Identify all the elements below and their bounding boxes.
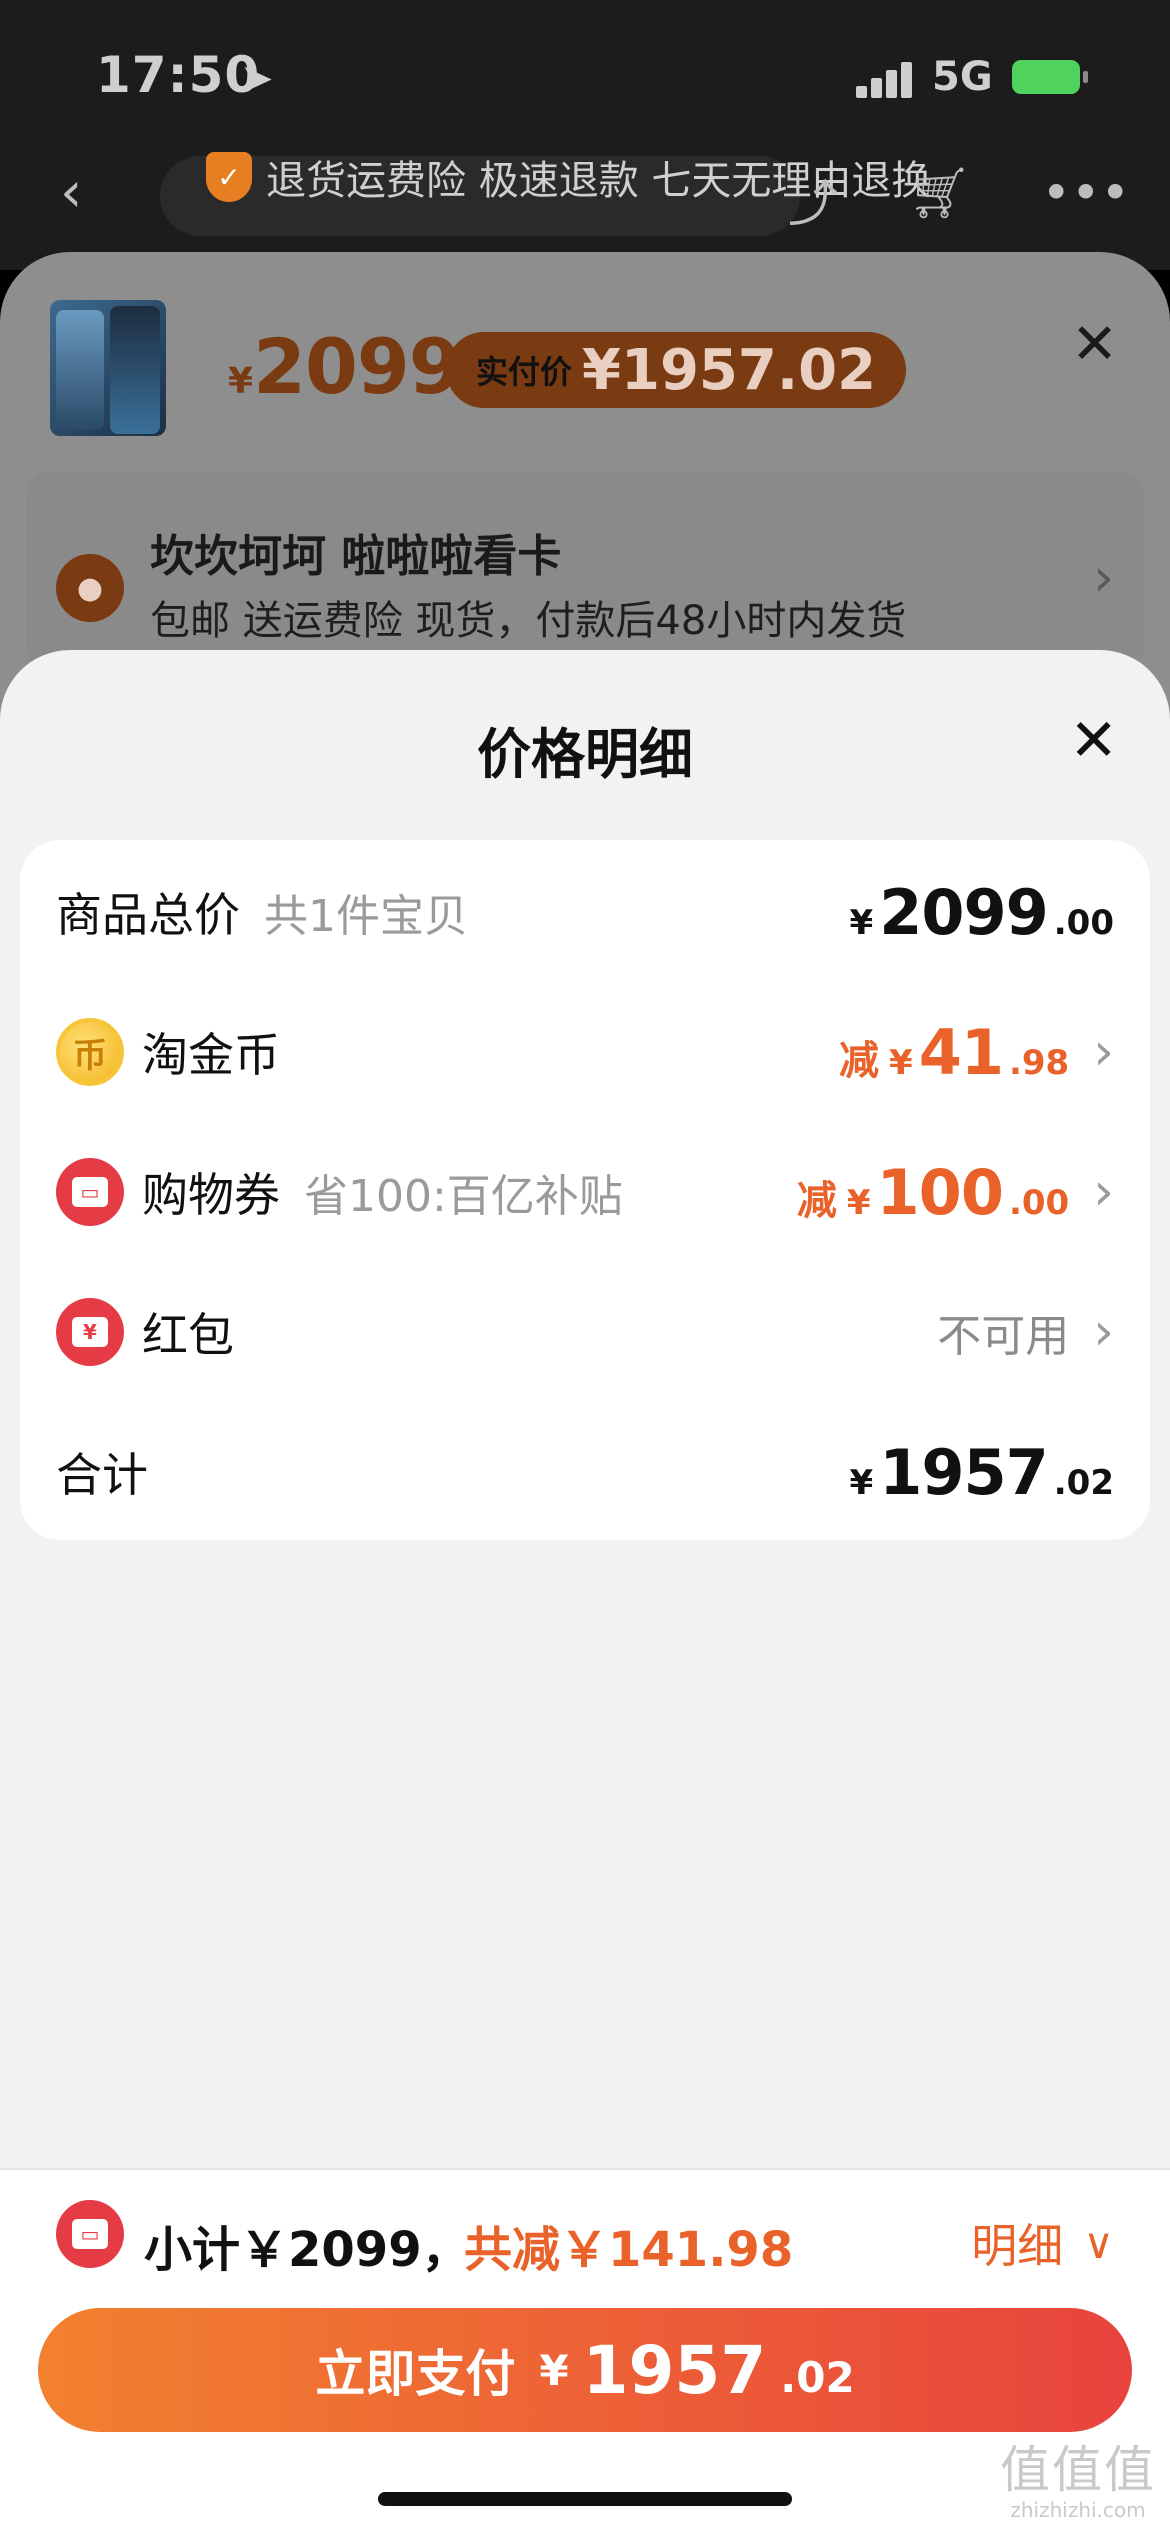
watermark-logo: 值值值 bbox=[1000, 2441, 1156, 2499]
subtotal-row: ▭ 小计￥2099， 共减￥141.98 明细 ∨ bbox=[0, 2170, 1170, 2300]
actual-price-badge: 实付价 ¥1957.02 bbox=[446, 332, 907, 408]
nav-icons: ⤴ 🛒︎ ••• bbox=[788, 164, 1130, 236]
price-card: 商品总价 共1件宝贝 ¥ 2099.00 币 淘金币 减 ¥ 41.98 › ▭… bbox=[20, 840, 1150, 1540]
actual-price-value: ¥1957.02 bbox=[582, 337, 877, 403]
pay-label: 立即支付 bbox=[315, 2345, 516, 2403]
product-thumbnail bbox=[50, 300, 166, 436]
row-coupon[interactable]: ▭ 购物券 省100:百亿补贴 减 ¥ 100.00 › bbox=[20, 1122, 1150, 1262]
back-icon[interactable]: ‹ bbox=[60, 160, 82, 225]
actual-price-label: 实付价 bbox=[476, 353, 573, 391]
amount-dec: .02 bbox=[1053, 1462, 1114, 1503]
shield-icon: ✓ bbox=[206, 152, 252, 202]
chevron-right-icon: › bbox=[1093, 1162, 1114, 1222]
yen-symbol: ¥ bbox=[849, 902, 874, 943]
amount-int: 2099 bbox=[879, 875, 1049, 949]
detail-toggle[interactable]: 明细 ∨ bbox=[971, 2210, 1114, 2276]
network-label: 5G bbox=[932, 54, 993, 100]
unavailable-label: 不可用 bbox=[937, 1311, 1070, 1362]
amount-int: 41 bbox=[918, 1015, 1004, 1089]
pay-int: 1957 bbox=[582, 2331, 767, 2409]
row-sub: 省100:百亿补贴 bbox=[304, 1171, 623, 1222]
row-red-packet[interactable]: ¥ 红包 不可用 › bbox=[20, 1262, 1150, 1402]
price-value: 2099 bbox=[253, 322, 462, 411]
yen-symbol: ¥ bbox=[846, 1182, 871, 1223]
amount-dec: .98 bbox=[1008, 1042, 1070, 1083]
watermark: 值值值 zhizhizhi.com bbox=[1000, 2430, 1156, 2522]
amount-dec: .00 bbox=[1053, 902, 1114, 943]
detail-label: 明细 bbox=[971, 2219, 1064, 2273]
close-icon[interactable]: ✕ bbox=[1071, 312, 1118, 377]
close-icon[interactable]: ✕ bbox=[1069, 706, 1118, 774]
row-coin[interactable]: 币 淘金币 减 ¥ 41.98 › bbox=[20, 982, 1150, 1122]
bottom-bar: ▭ 小计￥2099， 共减￥141.98 明细 ∨ 立即支付 ¥ 1957 .02… bbox=[0, 2168, 1170, 2532]
price-symbol: ¥ bbox=[228, 361, 254, 402]
share-icon[interactable]: ⤴ bbox=[788, 164, 838, 236]
battery-icon bbox=[1012, 60, 1088, 94]
coupon-icon: ▭ bbox=[56, 2200, 124, 2268]
row-label: 商品总价 bbox=[56, 888, 240, 942]
more-icon[interactable]: ••• bbox=[1042, 164, 1130, 236]
pay-yen: ¥ bbox=[539, 2345, 569, 2395]
row-label: 淘金币 bbox=[142, 1028, 280, 1082]
subtotal-text: 小计￥2099， bbox=[144, 2222, 470, 2278]
chevron-right-icon: › bbox=[1093, 548, 1114, 608]
coupon-icon: ▭ bbox=[56, 1158, 124, 1226]
location-pin-icon: ● bbox=[56, 554, 124, 622]
pay-now-button[interactable]: 立即支付 ¥ 1957 .02 bbox=[38, 2308, 1132, 2432]
minus-label: 减 bbox=[796, 1177, 837, 1224]
address-desc: 包邮 送运费险 现货，付款后48小时内发货 bbox=[150, 598, 907, 644]
chevron-down-icon: ∨ bbox=[1083, 2218, 1114, 2268]
row-total-price: 商品总价 共1件宝贝 ¥ 2099.00 bbox=[20, 842, 1150, 982]
row-label: 购物券 bbox=[142, 1168, 280, 1222]
status-time: 17:50 bbox=[96, 46, 261, 104]
pay-dec: .02 bbox=[780, 2352, 855, 2402]
coin-icon: 币 bbox=[56, 1018, 124, 1086]
chevron-right-icon: › bbox=[1093, 1022, 1114, 1082]
discount-text: 共减￥141.98 bbox=[464, 2222, 794, 2278]
row-label: 合计 bbox=[56, 1448, 148, 1502]
top-nav: ‹ ✓ 退货运费险 极速退款 七天无理由退换 ⤴ 🛒︎ ••• bbox=[0, 140, 1170, 250]
watermark-url: zhizhizhi.com bbox=[1010, 2498, 1146, 2522]
row-label: 红包 bbox=[142, 1308, 234, 1362]
cart-icon[interactable]: 🛒︎ bbox=[908, 164, 971, 236]
location-arrow-icon: ➤ bbox=[240, 56, 274, 102]
address-name: 坎坎坷坷 啦啦啦看卡 bbox=[150, 531, 562, 582]
row-sub: 共1件宝贝 bbox=[264, 891, 468, 942]
row-sum: 合计 ¥ 1957.02 bbox=[20, 1402, 1150, 1542]
address-card[interactable]: ● 坎坎坷坷 啦啦啦看卡 包邮 送运费险 现货，付款后48小时内发货 › bbox=[26, 472, 1144, 672]
yen-symbol: ¥ bbox=[889, 1042, 913, 1083]
minus-label: 减 bbox=[839, 1037, 880, 1084]
signal-icon bbox=[856, 58, 916, 98]
red-packet-icon: ¥ bbox=[56, 1298, 124, 1366]
status-bar: 17:50 ➤ 5G bbox=[0, 0, 1170, 150]
sheet-title: 价格明细 bbox=[477, 723, 693, 786]
amount-int: 100 bbox=[876, 1155, 1004, 1229]
yen-symbol: ¥ bbox=[849, 1462, 874, 1503]
home-indicator bbox=[378, 2492, 792, 2506]
amount-dec: .00 bbox=[1008, 1182, 1070, 1223]
chevron-right-icon: › bbox=[1093, 1302, 1114, 1362]
amount-int: 1957 bbox=[879, 1435, 1049, 1509]
product-price: ¥2099 bbox=[228, 322, 462, 411]
